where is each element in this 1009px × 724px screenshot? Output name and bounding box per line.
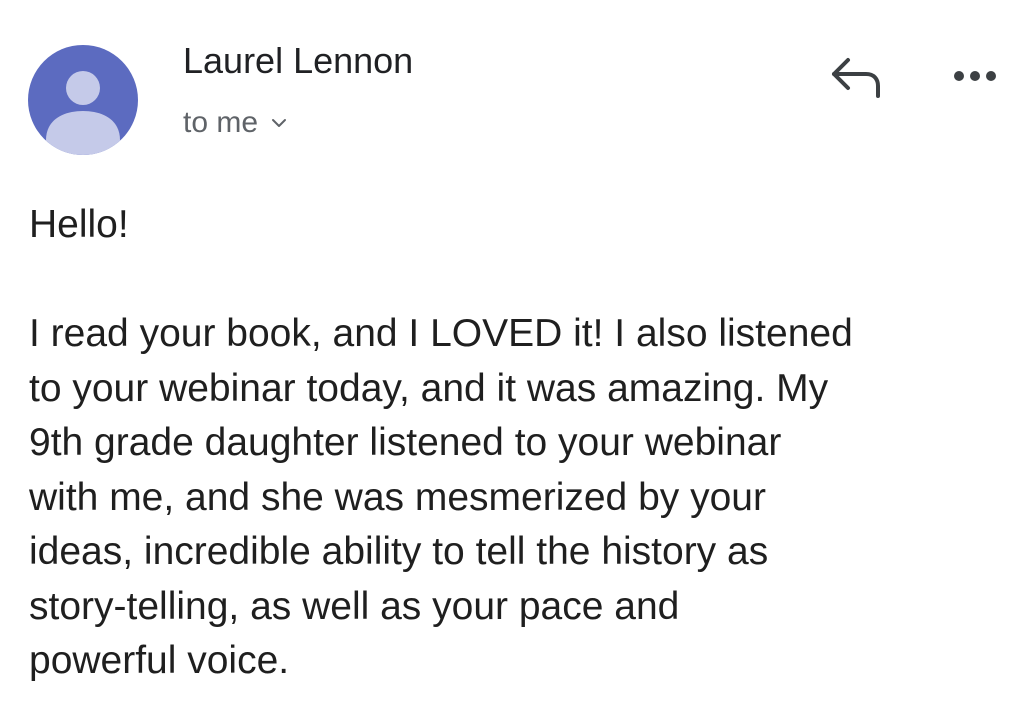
chevron-down-icon	[272, 119, 287, 127]
body-line: I read your book, and I LOVED it! I also…	[29, 312, 853, 355]
message-body: Hello! I read your book, and I LOVED it!…	[29, 198, 989, 689]
message-header: Laurel Lennon to me	[0, 0, 1009, 180]
person-avatar-icon	[46, 71, 120, 155]
body-line: 9th grade daughter listened to your webi…	[29, 421, 782, 464]
body-line: ideas, incredible ability to tell the hi…	[29, 530, 769, 573]
reply-arrow-icon	[832, 58, 880, 98]
sender-name: Laurel Lennon	[183, 40, 414, 81]
sender-avatar[interactable]	[28, 45, 138, 155]
message-greeting: Hello!	[29, 203, 129, 246]
more-options-button[interactable]	[945, 60, 1005, 92]
recipient-label: to me	[183, 106, 259, 139]
body-line: story-telling, as well as your pace and	[29, 584, 680, 628]
body-line: powerful voice.	[29, 639, 290, 682]
more-horizontal-icon	[954, 71, 996, 81]
body-line: to your webinar today, and it was amazin…	[29, 366, 829, 410]
recipient-toggle[interactable]: to me	[183, 106, 288, 140]
message-paragraph: I read your book, and I LOVED it! I also…	[29, 307, 989, 689]
body-line: with me, and she was mesmerized by your	[29, 475, 766, 519]
reply-button[interactable]	[826, 52, 886, 102]
